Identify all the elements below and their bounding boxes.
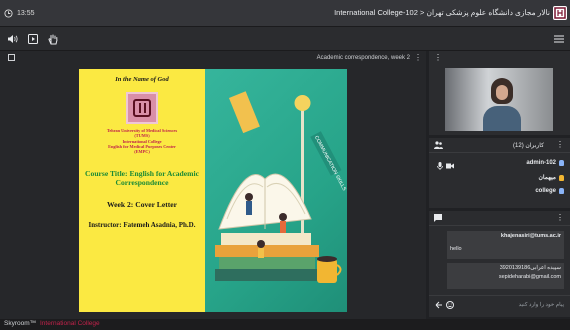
college-label: International College (40, 320, 100, 327)
hamburger-menu-icon (554, 35, 564, 43)
week-title: Week 2: Cover Letter (106, 199, 178, 209)
user-icon (559, 160, 564, 166)
menu-button[interactable] (552, 32, 566, 46)
raise-hand-button[interactable] (46, 32, 60, 46)
books-illustration: COMMUNICATION SKILLS (215, 91, 347, 283)
participants-count: کاربران (12) (513, 143, 544, 149)
media-button[interactable] (26, 32, 40, 46)
participants-panel: کاربران (12) ⋮ admin-102 میهمان college (429, 138, 570, 208)
institution-block: Tehran University of Medical Sciences (T… (79, 128, 205, 155)
chat-icon (434, 214, 442, 222)
chat-input[interactable]: پیام خود را وارد کنید (519, 302, 564, 308)
participant-item[interactable]: admin-102 (526, 160, 564, 166)
participants-header: کاربران (12) ⋮ (429, 138, 570, 153)
top-left: 13:55 (0, 8, 35, 18)
slide: In the Name of God Tehran University of … (79, 69, 347, 312)
chat-message-text: hello (450, 246, 462, 252)
webcam-video (445, 68, 553, 131)
brand-label: Skyroom™ (4, 320, 37, 327)
sign-text: COMMUNICATION SKILLS (313, 135, 347, 193)
slide-text-side: In the Name of God Tehran University of … (79, 69, 205, 312)
participant-name: admin-102 (526, 160, 556, 166)
chat-panel: ⋮ khajenasiri@tums.ac.ir hello سپیده اعر… (429, 211, 570, 317)
emoji-icon[interactable] (446, 301, 454, 309)
video-panel-header: ⋮ (429, 51, 570, 65)
speaker-button[interactable] (5, 32, 19, 46)
chat-more-icon[interactable]: ⋮ (556, 213, 564, 222)
top-bar: 13:55 International College-102 > نالار … (0, 0, 570, 27)
chat-header: ⋮ (429, 211, 570, 226)
share-icon[interactable] (435, 301, 443, 309)
participant-name: college (535, 188, 556, 194)
slide-illustration: COMMUNICATION SKILLS (205, 69, 347, 312)
guest-icon (559, 174, 564, 181)
user-icon (559, 188, 564, 194)
participant-item[interactable]: college (535, 188, 564, 194)
institution-line: (EMPC) (134, 149, 150, 155)
clock-icon (4, 8, 13, 18)
status-bar: Skyroom™ International College (0, 319, 570, 330)
video-more-icon[interactable]: ⋮ (434, 53, 442, 62)
chat-message: khajenasiri@tums.ac.ir hello (447, 231, 564, 259)
play-media-icon (28, 34, 38, 44)
toolbar (0, 27, 570, 51)
users-icon (434, 141, 443, 149)
university-emblem-icon (126, 92, 158, 124)
participants-more-icon[interactable]: ⋮ (556, 140, 564, 149)
chat-message-text: sepideharabi@gmail.com (498, 274, 561, 280)
window-title: International College-102 > نالار مجازی … (334, 8, 550, 17)
hand-icon (48, 34, 58, 45)
camera-icon[interactable] (446, 163, 454, 169)
presentation-header: Academic correspondence, week 2 ⋮ (0, 51, 426, 65)
participant-name: میهمان (538, 175, 557, 181)
chat-message-sender: سپیده اعرابی3920139186 (499, 265, 561, 271)
instructor-name: Instructor: Fatemeh Asadnia, Ph.D. (88, 220, 196, 229)
chat-message: سپیده اعرابی3920139186 sepideharabi@gmai… (447, 263, 564, 289)
tums-logo-icon (553, 6, 567, 20)
course-title: Course Title: English for Academic Corre… (85, 168, 199, 188)
slide-heading: In the Name of God (115, 76, 169, 83)
participant-item[interactable]: میهمان (538, 174, 564, 181)
presentation-panel: Academic correspondence, week 2 ⋮ In the… (0, 51, 426, 319)
speaker-icon (7, 34, 18, 44)
microphone-icon[interactable] (437, 162, 443, 170)
session-time: 13:55 (17, 9, 35, 17)
video-panel: ⋮ (429, 51, 570, 135)
presentation-title: Academic correspondence, week 2 (316, 55, 410, 61)
more-options-icon[interactable]: ⋮ (414, 53, 422, 62)
chat-input-bar: پیام خود را وارد کنید (429, 295, 570, 315)
presentation-icon (8, 54, 15, 61)
chat-message-sender: khajenasiri@tums.ac.ir (500, 233, 561, 239)
